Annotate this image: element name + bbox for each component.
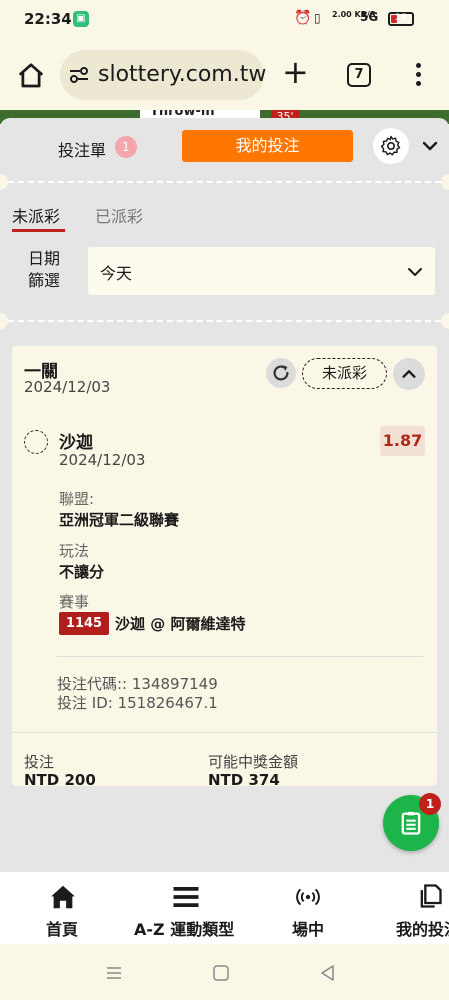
nav-sports[interactable]: A-Z 運動類型 [134,872,244,944]
battery-icon: 18 [388,12,414,26]
stake-label: 投注 [24,753,55,771]
selection-team: 沙迦 [59,433,93,453]
overflow-menu-icon[interactable] [410,61,426,87]
back-icon[interactable] [318,963,338,983]
bet-slip-count-badge: 1 [115,136,137,158]
menu-icon [173,887,199,907]
settlement-tabs: 未派彩 已派彩 [0,198,449,238]
refresh-button[interactable] [266,358,296,388]
settings-button[interactable] [373,128,409,164]
copy-documents-icon [420,884,442,908]
bottom-navigation: 首頁 A-Z 運動類型 場中 我的投注 [0,872,449,944]
nav-live-label: 場中 [292,920,325,939]
nav-home[interactable]: 首頁 [28,872,98,944]
tab-settled[interactable]: 已派彩 [95,203,143,227]
chevron-down-icon [408,268,422,276]
nav-sports-label: A-Z 運動類型 [134,920,235,939]
refresh-icon [273,365,289,381]
alarm-icon: ⏰ [294,10,312,26]
stake-value: NTD 200 [24,771,96,789]
collapse-button[interactable] [393,358,425,390]
divider [8,181,441,183]
app-notification-icon: ▣ [73,11,89,27]
bet-slip-tab[interactable]: 投注單 [58,137,106,161]
clipboard-icon [401,811,421,835]
home-button-icon[interactable] [211,963,231,983]
payout-label: 可能中獎金額 [208,753,299,771]
card-divider [12,732,437,733]
url-text[interactable]: slottery.com.tw [98,62,266,87]
bet-slip-fab-badge: 1 [419,793,441,815]
selection-odds: 1.87 [380,426,425,456]
vibrate-icon: ▯ [314,11,321,25]
card-divider [57,656,423,657]
event-name: 沙迦 @ 阿爾維達特 [115,615,246,633]
nav-home-label: 首頁 [46,920,79,939]
date-filter-select[interactable]: 今天 [88,247,435,295]
bet-card: 一關 2024/12/03 未派彩 沙迦 2024/12/03 1.87 聯盟:… [12,346,437,786]
nav-my-bets-label: 我的投注 [396,920,449,939]
selection-radio[interactable] [24,430,48,454]
url-bar[interactable]: slottery.com.tw [60,50,266,100]
system-navigation-bar [0,944,449,1000]
bet-slip-header: 投注單 1 我的投注 [0,118,449,178]
chevron-down-icon[interactable] [420,136,440,156]
date-filter-label: 日期篩選 [27,249,60,290]
my-bets-button[interactable]: 我的投注 [182,130,353,162]
nav-my-bets[interactable]: 我的投注 [396,872,449,944]
tab-unsettled[interactable]: 未派彩 [12,203,60,227]
bet-id: 投注 ID: 151826467.1 [57,694,218,712]
payout-value: NTD 374 [208,771,280,789]
divider-notch [441,174,449,190]
tab-switcher-button[interactable]: 7 [347,63,371,87]
home-icon [51,885,75,909]
date-filter-value: 今天 [100,264,133,283]
event-id-badge: 1145 [59,612,109,635]
browser-toolbar: slottery.com.tw + 7 [0,40,449,110]
signal-icon: 5G [360,10,379,24]
battery-level: 18 [394,13,408,23]
league-value: 亞洲冠軍二級聯賽 [59,511,180,529]
site-settings-icon[interactable] [68,65,90,85]
bet-slip-panel: 投注單 1 我的投注 未派彩 已派彩 日期篩選 今天 一關 2024/12/03 [0,118,449,872]
nav-live[interactable]: 場中 [288,872,348,944]
league-label: 聯盟: [59,490,95,508]
event-label: 賽事 [59,593,90,611]
market-value: 不讓分 [59,563,105,581]
live-broadcast-icon [296,888,320,906]
recent-apps-icon[interactable] [104,963,124,983]
chevron-up-icon [402,370,416,378]
gear-icon [380,135,401,156]
divider-notch [0,313,8,329]
selection-date: 2024/12/03 [59,451,146,469]
divider [8,320,441,322]
divider-notch [441,313,449,329]
home-icon[interactable] [16,61,46,91]
active-tab-indicator [12,229,65,232]
bet-code: 投注代碼:: 134897149 [57,675,218,693]
status-time: 22:34 [24,10,72,28]
bet-date: 2024/12/03 [24,378,111,396]
status-bar: 22:34 ▣ ⏰ ▯ 2.00 KB/S 5G 18 [0,0,449,40]
bet-status-badge: 未派彩 [302,358,387,389]
new-tab-icon[interactable]: + [282,56,309,88]
market-label: 玩法 [59,542,90,560]
